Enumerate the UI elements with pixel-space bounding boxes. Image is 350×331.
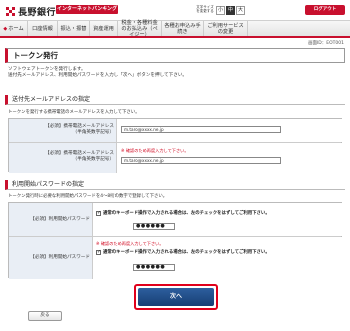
- email-field-1-sublabel: （半角英数字記号）: [72, 130, 114, 135]
- nav-item-asset-management[interactable]: 資産運用: [90, 21, 118, 36]
- email-field-1-label: 【必須】携帯電話メールアドレス （半角英数字記号）: [9, 119, 117, 142]
- email-row-2: 【必須】携帯電話メールアドレス （半角英数字記号） ※ 確認のため再度入力して下…: [9, 143, 343, 173]
- password-form-table: 【必須】利用開始パスワード 通常のキーボード操作で入力される場合は、左のチェック…: [8, 202, 343, 279]
- email-row-1: 【必須】携帯電話メールアドレス （半角英数字記号） m.taro@xxxx.ne…: [9, 119, 343, 143]
- password-1-softkeyboard-option[interactable]: 通常のキーボード操作で入力される場合は、左のチェックをはずしてご利用下さい。: [96, 210, 270, 216]
- email-section-desc: トークンを発行する携帯電話のメールアドレスを入力して下さい。: [8, 110, 140, 115]
- password-confirm-note: ※ 確認のため再度入力して下さい。: [96, 241, 164, 246]
- password-2-softkeyboard-option[interactable]: 通常のキーボード操作で入力される場合は、左のチェックをはずしてご利用下さい。: [96, 249, 270, 255]
- password-2-softkeyboard-label: 通常のキーボード操作で入力される場合は、左のチェックをはずしてご利用下さい。: [103, 250, 270, 255]
- password-1-softkeyboard-checkbox[interactable]: [96, 210, 101, 216]
- password-field-1-cell: 通常のキーボード操作で入力される場合は、左のチェックをはずしてご利用下さい。 ●…: [93, 203, 343, 236]
- password-section-desc: トークン発行時に必要な利用開始パスワードを4～8桁の数字で登録して下さい。: [8, 194, 168, 199]
- fontsize-small-button[interactable]: 小: [216, 6, 225, 15]
- email-field-2-sublabel: （半角英数字記号）: [72, 157, 114, 162]
- password-row-2: 【必須】利用開始パスワード ※ 確認のため再度入力して下さい。 通常のキーボード…: [9, 237, 343, 279]
- home-icon: ◆: [3, 25, 8, 32]
- nav-item-applications[interactable]: 各種お申込み手続き: [162, 21, 204, 36]
- bank-logo[interactable]: 長野銀行: [6, 5, 56, 18]
- password-field-2-input[interactable]: ●●●●●●: [133, 264, 175, 271]
- global-nav: ◆ ホーム 口座情報 振込・振替 資産運用 税金・各種料金のお払込み（ペイジー）…: [0, 20, 350, 38]
- screen-id: 画面ID：EOT001: [307, 41, 344, 46]
- email-field-1-input[interactable]: m.taro@xxxx.ne.jp: [121, 126, 281, 133]
- fontsize-label: 文字サイズを変更する: [196, 5, 214, 13]
- password-field-1-input[interactable]: ●●●●●●: [133, 223, 175, 230]
- email-confirm-note: ※ 確認のため再度入力して下さい。: [121, 148, 189, 153]
- nav-item-account-info[interactable]: 口座情報: [28, 21, 58, 36]
- email-form-table: 【必須】携帯電話メールアドレス （半角英数字記号） m.taro@xxxx.ne…: [8, 118, 343, 173]
- header: 長野銀行 インターネットバンキング 文字サイズを変更する 小 中 大 ログアウト: [0, 0, 350, 20]
- nav-item-service-change[interactable]: ご利用サービスの変更: [204, 21, 248, 36]
- email-field-2-input[interactable]: m.taro@xxxx.ne.jp: [121, 157, 281, 164]
- email-field-1-cell: m.taro@xxxx.ne.jp: [117, 119, 343, 142]
- next-button-label: 次へ: [138, 288, 214, 306]
- nav-item-transfer[interactable]: 振込・振替: [58, 21, 90, 36]
- nav-item-label: ホーム: [8, 25, 24, 32]
- next-button[interactable]: 次へ: [134, 284, 218, 310]
- nav-item-payeasy[interactable]: 税金・各種料金のお払込み（ペイジー）: [118, 20, 162, 38]
- email-section-title: 送付先メールアドレスの指定: [5, 95, 345, 105]
- service-badge: インターネットバンキング: [56, 5, 118, 14]
- logout-button[interactable]: ログアウト: [305, 5, 345, 15]
- password-row-1: 【必須】利用開始パスワード 通常のキーボード操作で入力される場合は、左のチェック…: [9, 203, 343, 237]
- fontsize-large-button[interactable]: 大: [236, 6, 245, 15]
- intro-line-2: 送付先メールアドレス、利用開始パスワードを入力し「次へ」ボタンを押して下さい。: [8, 73, 188, 78]
- bank-logo-icon: [6, 7, 15, 16]
- password-field-2-label: 【必須】利用開始パスワード: [9, 237, 93, 279]
- fontsize-medium-button[interactable]: 中: [226, 6, 235, 15]
- password-field-1-label: 【必須】利用開始パスワード: [9, 203, 93, 236]
- email-field-2-label: 【必須】携帯電話メールアドレス （半角英数字記号）: [9, 143, 117, 173]
- back-button[interactable]: 戻る: [28, 311, 62, 321]
- password-field-2-cell: ※ 確認のため再度入力して下さい。 通常のキーボード操作で入力される場合は、左の…: [93, 237, 343, 279]
- password-1-softkeyboard-label: 通常のキーボード操作で入力される場合は、左のチェックをはずしてご利用下さい。: [103, 211, 270, 216]
- nav-item-home[interactable]: ◆ ホーム: [0, 21, 28, 36]
- email-field-2-cell: ※ 確認のため再度入力して下さい。 m.taro@xxxx.ne.jp: [117, 143, 343, 173]
- password-2-softkeyboard-checkbox[interactable]: [96, 249, 101, 255]
- password-section-title: 利用開始パスワードの指定: [5, 180, 345, 190]
- bank-name: 長野銀行: [18, 8, 57, 18]
- page-title: トークン発行: [5, 48, 345, 63]
